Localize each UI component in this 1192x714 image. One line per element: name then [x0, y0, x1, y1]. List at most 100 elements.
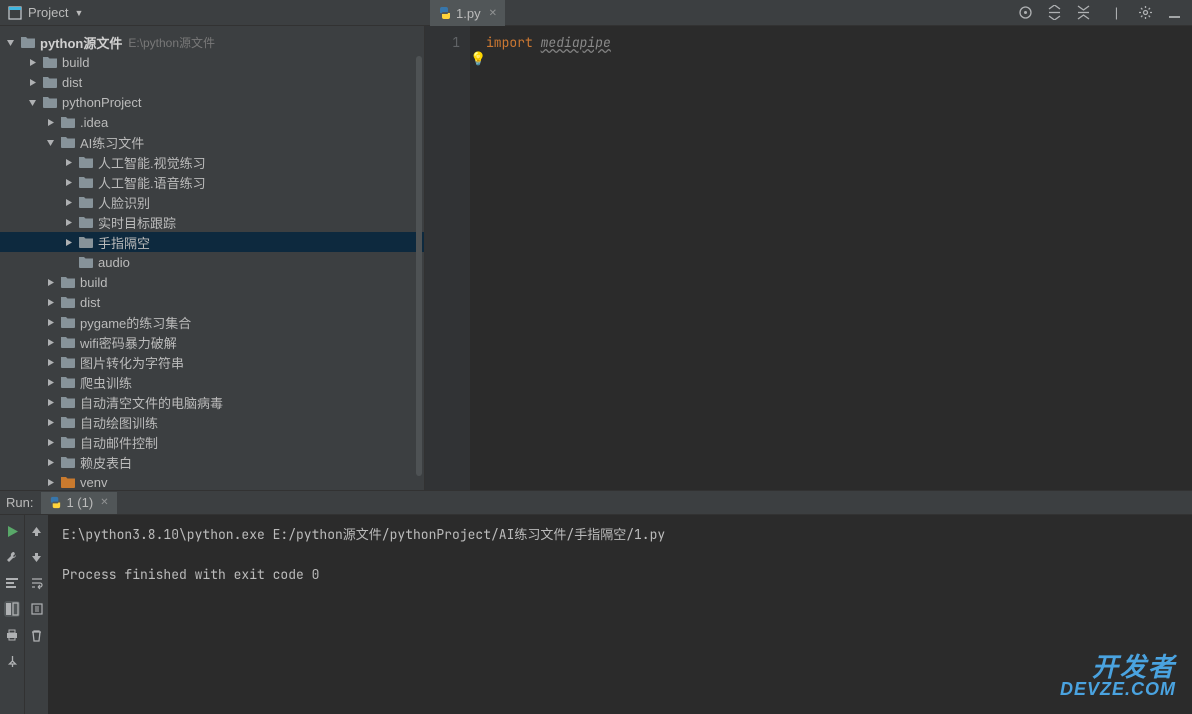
stacktrace-icon[interactable] — [4, 575, 20, 591]
tree-item[interactable]: 自动清空文件的电脑病毒 — [0, 392, 424, 412]
keyword: import — [486, 34, 533, 52]
chevron-right-icon — [44, 316, 56, 328]
run-tab[interactable]: 1 (1) ✕ — [41, 492, 116, 514]
collapse-all-icon[interactable] — [1076, 5, 1091, 20]
folder-icon — [60, 455, 76, 469]
tree-item[interactable]: 人工智能.视觉练习 — [0, 152, 424, 172]
up-arrow-icon[interactable] — [29, 523, 45, 539]
code-area[interactable]: import mediapipe 💡 — [470, 26, 1192, 490]
tree-item[interactable]: 手指隔空 — [0, 232, 424, 252]
run-panel: Run: 1 (1) ✕ — [0, 490, 1192, 714]
gear-icon[interactable] — [1138, 5, 1153, 20]
run-output[interactable]: E:\python3.8.10\python.exe E:/python源文件/… — [48, 515, 1192, 714]
scroll-icon[interactable] — [29, 601, 45, 617]
tree-item[interactable]: 自动邮件控制 — [0, 432, 424, 452]
tree-item[interactable]: 人工智能.语音练习 — [0, 172, 424, 192]
trash-icon[interactable] — [29, 627, 45, 643]
tree-item-label: pygame的练习集合 — [80, 313, 191, 332]
folder-icon — [42, 95, 58, 109]
tree-item-label: 自动清空文件的电脑病毒 — [80, 393, 223, 412]
project-sidebar: python源文件E:\python源文件builddistpythonProj… — [0, 26, 425, 490]
down-arrow-icon[interactable] — [29, 549, 45, 565]
tree-item[interactable]: wifi密码暴力破解 — [0, 332, 424, 352]
folder-icon — [60, 375, 76, 389]
output-line-2: Process finished with exit code 0 — [62, 566, 319, 583]
chevron-right-icon — [44, 116, 56, 128]
print-icon[interactable] — [4, 627, 20, 643]
tree-item[interactable]: 赖皮表白 — [0, 452, 424, 472]
target-icon[interactable] — [1018, 5, 1033, 20]
layout-icon[interactable] — [4, 601, 20, 617]
chevron-right-icon — [62, 216, 74, 228]
pin-icon[interactable] — [4, 653, 20, 669]
close-icon[interactable]: ✕ — [489, 8, 497, 19]
tree-item[interactable]: dist — [0, 72, 424, 92]
folder-icon — [60, 115, 76, 129]
tree-item[interactable]: 爬虫训练 — [0, 372, 424, 392]
chevron-right-icon — [44, 396, 56, 408]
tree-item[interactable]: AI练习文件 — [0, 132, 424, 152]
tree-item[interactable]: build — [0, 52, 424, 72]
chevron-right-icon — [44, 476, 56, 488]
folder-icon — [60, 475, 76, 489]
spacer — [62, 256, 74, 268]
chevron-right-icon — [62, 156, 74, 168]
close-icon[interactable]: ✕ — [100, 497, 108, 508]
editor-tab[interactable]: 1.py ✕ — [430, 0, 505, 26]
chevron-down-icon — [44, 136, 56, 148]
tree-item-label: dist — [80, 295, 100, 310]
tree-item-label: build — [80, 275, 107, 290]
wrap-icon[interactable] — [29, 575, 45, 591]
tree-item[interactable]: pygame的练习集合 — [0, 312, 424, 332]
chevron-right-icon — [44, 356, 56, 368]
folder-icon — [78, 175, 94, 189]
tree-item[interactable]: venv — [0, 472, 424, 490]
tree-item-label: 手指隔空 — [98, 233, 150, 252]
main-area: python源文件E:\python源文件builddistpythonProj… — [0, 26, 1192, 490]
tree-root[interactable]: python源文件E:\python源文件 — [0, 32, 424, 52]
python-file-icon — [438, 6, 452, 20]
folder-icon — [20, 35, 36, 49]
tree-item[interactable]: build — [0, 272, 424, 292]
tree-item[interactable]: pythonProject — [0, 92, 424, 112]
folder-icon — [78, 235, 94, 249]
chevron-right-icon — [44, 456, 56, 468]
folder-icon — [60, 335, 76, 349]
tree-item[interactable]: 人脸识别 — [0, 192, 424, 212]
chevron-right-icon — [44, 376, 56, 388]
tree-item[interactable]: dist — [0, 292, 424, 312]
chevron-right-icon — [26, 56, 38, 68]
tree-item[interactable]: 自动绘图训练 — [0, 412, 424, 432]
tree-item-label: 自动邮件控制 — [80, 433, 158, 452]
output-line-1: E:\python3.8.10\python.exe E:/python源文件/… — [62, 526, 665, 543]
project-dropdown[interactable]: Project ▼ — [0, 0, 91, 25]
run-body: E:\python3.8.10\python.exe E:/python源文件/… — [0, 515, 1192, 714]
chevron-down-icon: ▼ — [74, 8, 83, 18]
tree-item-label: AI练习文件 — [80, 133, 144, 152]
folder-icon — [42, 75, 58, 89]
tree-item[interactable]: audio — [0, 252, 424, 272]
folder-icon — [60, 315, 76, 329]
expand-all-icon[interactable] — [1047, 5, 1062, 20]
minimize-icon[interactable] — [1167, 5, 1182, 20]
editor: 1 import mediapipe 💡 — [425, 26, 1192, 490]
tree-item-label: .idea — [80, 115, 108, 130]
tree-item[interactable]: 实时目标跟踪 — [0, 212, 424, 232]
folder-icon — [78, 215, 94, 229]
scrollbar[interactable] — [416, 56, 422, 476]
tree-item[interactable]: 图片转化为字符串 — [0, 352, 424, 372]
project-tree[interactable]: python源文件E:\python源文件builddistpythonProj… — [0, 26, 424, 490]
toolbar: Project ▼ | 1.py ✕ — [0, 0, 1192, 26]
lightbulb-icon[interactable]: 💡 — [470, 50, 486, 68]
wrench-icon[interactable] — [4, 549, 20, 565]
tree-item-label: venv — [80, 475, 107, 490]
folder-icon — [60, 295, 76, 309]
tree-item-label: 实时目标跟踪 — [98, 213, 176, 232]
chevron-right-icon — [62, 176, 74, 188]
folder-icon — [42, 55, 58, 69]
tree-item-label: 图片转化为字符串 — [80, 353, 184, 372]
run-icon[interactable] — [4, 523, 20, 539]
tree-item[interactable]: .idea — [0, 112, 424, 132]
python-file-icon — [49, 496, 62, 509]
run-header: Run: 1 (1) ✕ — [0, 491, 1192, 515]
